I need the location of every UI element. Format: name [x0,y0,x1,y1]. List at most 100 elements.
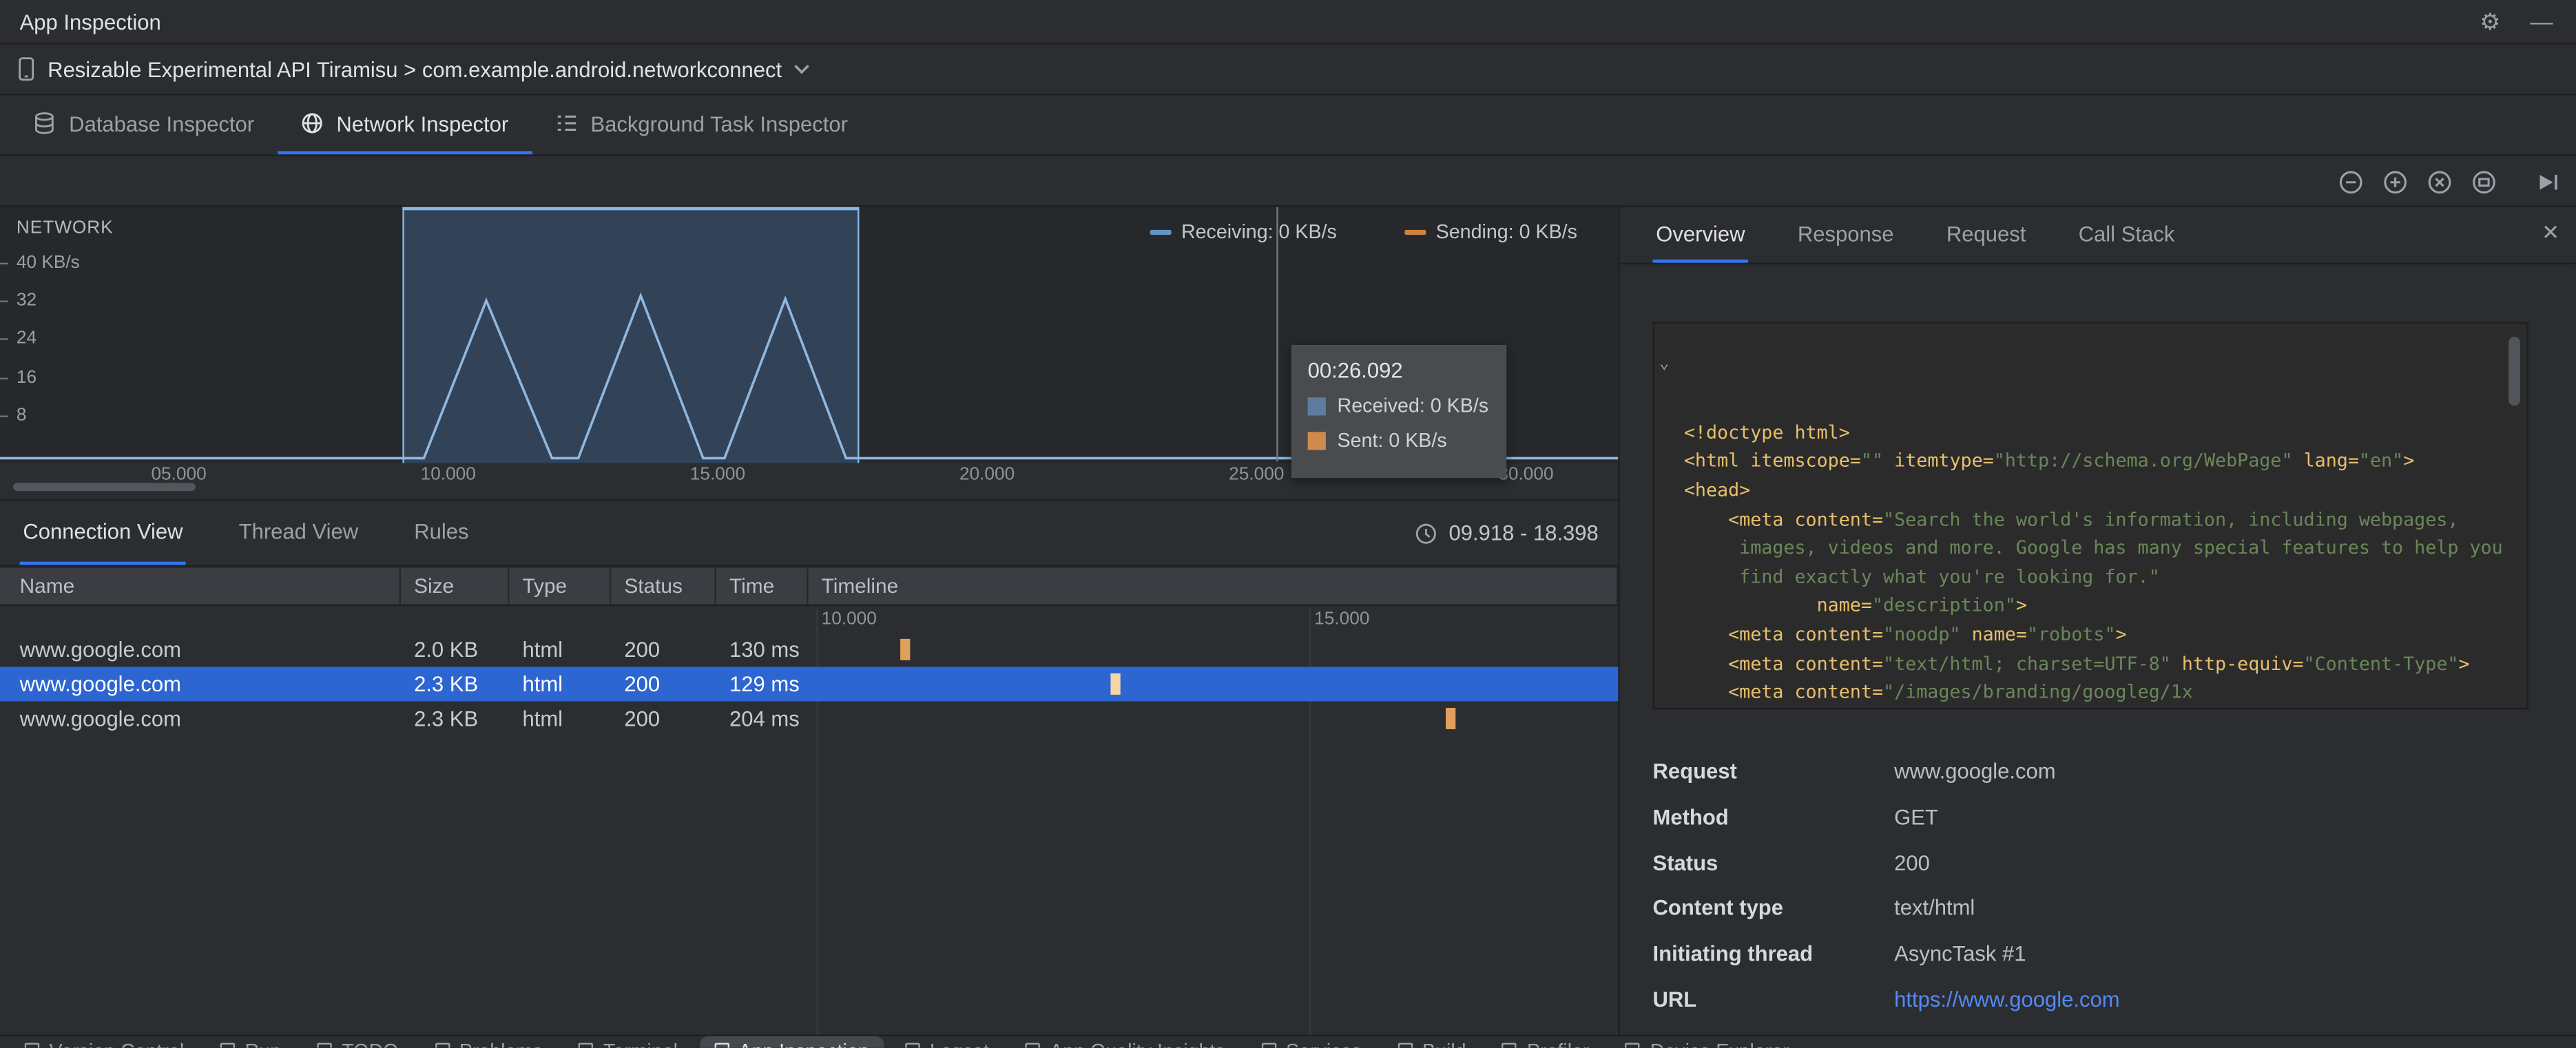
tooltip-row: Received: 0 KB/s [1307,394,1490,417]
toolwindow-services[interactable]: Services [1247,1036,1376,1048]
toolwindow-app-quality-insights[interactable]: App Quality Insights [1010,1036,1240,1048]
code-segment: <meta content= [1683,624,1884,646]
background-task-icon [554,112,577,134]
details-tab-call-stack[interactable]: Call Stack [2075,207,2178,263]
window-title: App Inspection [19,9,161,34]
chevron-down-icon [793,64,810,74]
code-segment: "text/html; charset=UTF-8" [1883,653,2171,675]
settings-gear-icon[interactable]: ⚙ [2480,10,2500,32]
column-header-name[interactable]: Name [0,568,401,605]
network-panel: NETWORK 40 KB/s 32 24 16 8 Receiving: 0 KB/s… [0,207,1619,1035]
details-tab-request[interactable]: Request [1943,207,2029,263]
inspector-tab-database-inspector[interactable]: Database Inspector [10,95,277,154]
cell-name: www.google.com [19,706,182,731]
timeline-tick-label: 10.000 [821,609,877,629]
toolwindow-label: Device Explorer [1650,1040,1789,1048]
toolwindow-label: App Quality Insights [1050,1040,1225,1048]
toolwindow-label: Logcat [930,1040,989,1048]
column-header-time[interactable]: Time [716,568,809,605]
process-selector[interactable]: Resizable Experimental API Tiramisu > co… [0,44,2576,96]
tooltip-swatch [1307,431,1326,450]
details-tab-overview[interactable]: Overview [1652,207,1749,263]
field-label: Request [1652,759,1737,784]
toolwindow-label: Terminal [603,1040,678,1048]
request-marker [1110,673,1121,695]
reset-zoom-icon[interactable] [2425,167,2455,196]
hide-icon[interactable]: — [2530,10,2553,32]
toolwindow-device-explorer[interactable]: Device Explorer [1611,1036,1805,1048]
view-tab-rules[interactable]: Rules [411,501,472,565]
toolwindow-logcat[interactable]: Logcat [891,1036,1004,1048]
code-segment: "Search the world's information, includi… [1883,508,2459,530]
network-icon [300,112,323,134]
inspector-tab-network-inspector[interactable]: Network Inspector [277,95,532,155]
code-segment: "description" [1871,595,2016,617]
code-segment: "" [1860,450,1884,472]
cell-status: 200 [624,637,661,662]
toolwindow-run[interactable]: Run [205,1036,295,1048]
selection-range: 09.918 - 18.398 [1414,501,1618,565]
build-icon [1398,1042,1413,1048]
bottom-tool-bar: Version Control Run TODO Problems Terminal Ap… [0,1034,2576,1048]
toolwindow-problems[interactable]: Problems [419,1036,557,1048]
timeline-toolbar [0,156,2576,207]
code-segment: "http://schema.org/WebPage" [1993,450,2293,472]
toolwindow-terminal[interactable]: Terminal [564,1036,693,1048]
zoom-to-selection-icon[interactable] [2469,167,2499,196]
tooltip-label: Received: 0 KB/s [1337,394,1489,417]
code-scrollbar[interactable] [2509,336,2520,406]
table-row[interactable]: www.google.com 2.3 KB html 200 204 ms [0,701,1618,735]
zoom-in-icon[interactable] [2380,167,2410,196]
code-segment: <meta content= [1683,508,1884,530]
y-tick-mark [0,262,8,265]
legend-swatch [1404,229,1426,234]
close-details-icon[interactable]: ✕ [2542,222,2559,243]
database-icon [33,112,56,134]
field-value-link[interactable]: https://www.google.com [1894,987,2119,1012]
view-tab-connection-view[interactable]: Connection View [19,501,187,565]
column-header-size[interactable]: Size [401,568,510,605]
x-axis-label: 25.000 [1229,465,1285,485]
toolwindow-profiler[interactable]: Profiler [1488,1036,1604,1048]
detail-field: Initiating thread AsyncTask #1 [1653,931,2548,976]
code-segment: > [2403,450,2415,472]
code-segment: "Content-Type" [2303,653,2459,675]
legend-label: Sending: 0 KB/s [1435,220,1577,244]
table-row[interactable]: www.google.com 2.0 KB html 200 130 ms [0,632,1618,667]
zoom-out-icon[interactable] [2336,167,2366,196]
code-viewer[interactable]: ⌄ <!doctype html> <html itemscope="" item… [1652,322,2528,710]
details-tab-response[interactable]: Response [1794,207,1897,263]
toolwindow-todo[interactable]: TODO [302,1036,413,1048]
table-row[interactable]: www.google.com 2.3 KB html 200 129 ms [0,667,1619,702]
timeline-toolbar-icons [2336,156,2563,207]
column-header-type[interactable]: Type [509,568,612,605]
code-segment: > [2115,624,2127,646]
app-inspection-icon [714,1042,729,1048]
legend-item: Sending: 0 KB/s [1404,220,1577,243]
cell-timeline [809,701,1619,735]
toolwindow-build[interactable]: Build [1383,1036,1481,1048]
tooltip-label: Sent: 0 KB/s [1337,428,1447,452]
code-segment: name= [1960,624,2027,646]
details-tab-bar: Overview Response Request Call Stack [1619,207,2576,265]
view-tab-thread-view[interactable]: Thread View [236,501,362,565]
tooltip-row: Sent: 0 KB/s [1307,428,1490,452]
inspector-tab-background-task-inspector[interactable]: Background Task Inspector [532,95,871,154]
jump-to-live-icon[interactable] [2533,167,2563,196]
code-segment: name= [1683,595,1872,617]
column-header-status[interactable]: Status [611,568,716,605]
request-marker [900,638,911,660]
timeline-scale: 10.000 15.000 [0,608,1618,633]
column-header-timeline[interactable]: Timeline [809,568,1619,605]
code-line: <meta content="text/html; charset=UTF-8"… [1684,649,2527,678]
x-axis-label: 20.000 [959,465,1015,485]
detail-field: Content type text/html [1653,885,2548,931]
tooltip-time: 00:26.092 [1307,357,1403,383]
chart-scrollbar[interactable] [13,483,196,492]
version-control-icon [24,1042,40,1048]
fold-chevron-icon[interactable]: ⌄ [1659,355,1669,373]
toolwindow-version-control[interactable]: Version Control [10,1036,198,1048]
field-label: Status [1652,850,1718,875]
y-axis-label: 32 [16,291,37,311]
toolwindow-app-inspection[interactable]: App Inspection [699,1036,884,1048]
